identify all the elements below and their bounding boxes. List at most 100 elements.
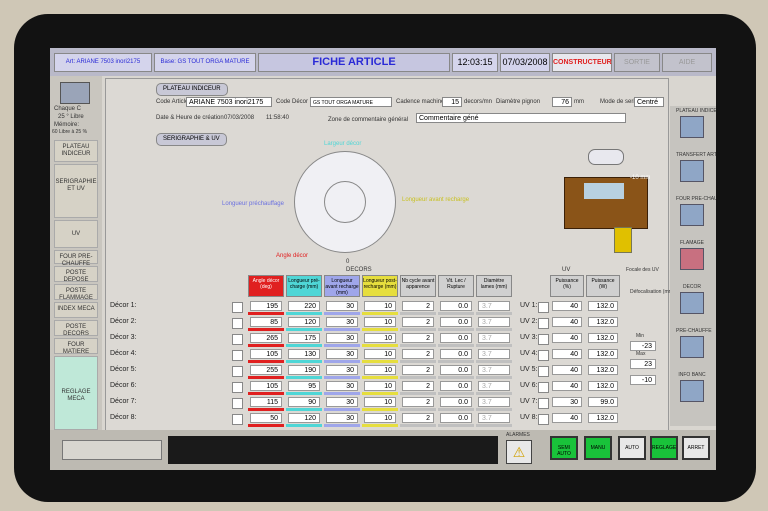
decor-cell-v7[interactable]: 3.7 — [478, 397, 510, 407]
aide-button[interactable]: AIDE — [662, 53, 712, 72]
uv-cell-p1[interactable]: 40 — [552, 413, 582, 423]
uv-row-checkbox[interactable] — [538, 398, 549, 409]
decor-cell-v4[interactable]: 10 — [364, 397, 396, 407]
decor-cell-v4[interactable]: 10 — [364, 413, 396, 423]
decor-cell-v1[interactable]: 115 — [250, 397, 282, 407]
nav-poste-decors[interactable]: POSTE DECORS — [54, 320, 98, 337]
decor-cell-v6[interactable]: 0.0 — [440, 413, 472, 423]
decor-row-checkbox[interactable] — [232, 350, 243, 361]
uv-row-checkbox[interactable] — [538, 366, 549, 377]
right-item-plateau[interactable]: PLATEAU INDICEUR — [676, 108, 716, 138]
decor-cell-v6[interactable]: 0.0 — [440, 301, 472, 311]
uv-row-checkbox[interactable] — [538, 318, 549, 329]
right-item-four[interactable]: FOUR PRE-CHAUFFE — [676, 196, 716, 226]
uv-cell-p1[interactable]: 30 — [552, 397, 582, 407]
decor-cell-v5[interactable]: 2 — [402, 365, 434, 375]
reglage-button[interactable]: REGLAGE — [650, 436, 678, 460]
comment-field[interactable]: Commentaire géné — [416, 113, 626, 123]
decor-cell-v5[interactable]: 2 — [402, 397, 434, 407]
decor-cell-v5[interactable]: 2 — [402, 301, 434, 311]
diametre-field[interactable]: 76 — [552, 97, 572, 107]
nav-serigraphie-uv[interactable]: SERIGRAPHIE ET UV — [54, 164, 98, 218]
decor-cell-v3[interactable]: 30 — [326, 301, 358, 311]
decor-row-checkbox[interactable] — [232, 414, 243, 425]
decor-cell-v1[interactable]: 105 — [250, 381, 282, 391]
decor-cell-v1[interactable]: 85 — [250, 317, 282, 327]
nav-poste-flammage[interactable]: POSTE FLAMMAGE — [54, 284, 98, 301]
uv-cell-p2[interactable]: 132.0 — [588, 349, 618, 359]
uv-cell-p2[interactable]: 132.0 — [588, 381, 618, 391]
decor-cell-v4[interactable]: 10 — [364, 349, 396, 359]
uv-cell-p1[interactable]: 40 — [552, 381, 582, 391]
decor-cell-v5[interactable]: 2 — [402, 381, 434, 391]
decor-row-checkbox[interactable] — [232, 334, 243, 345]
decor-cell-v2[interactable]: 175 — [288, 333, 320, 343]
decor-cell-v3[interactable]: 30 — [326, 397, 358, 407]
decor-row-checkbox[interactable] — [232, 398, 243, 409]
uv-cell-p2[interactable]: 132.0 — [588, 317, 618, 327]
uv-cell-p1[interactable]: 40 — [552, 365, 582, 375]
uv-row-checkbox[interactable] — [538, 302, 549, 313]
semi-auto-button[interactable]: SEMI AUTO — [550, 436, 578, 460]
right-item-transfert[interactable]: TRANSFERT ART. — [676, 152, 716, 182]
decor-cell-v1[interactable]: 255 — [250, 365, 282, 375]
decor-cell-v1[interactable]: 265 — [250, 333, 282, 343]
decor-cell-v2[interactable]: 95 — [288, 381, 320, 391]
decor-cell-v1[interactable]: 50 — [250, 413, 282, 423]
nav-four-prechauffe[interactable]: FOUR PRE-CHAUFFE — [54, 250, 98, 267]
decor-cell-v6[interactable]: 0.0 — [440, 365, 472, 375]
uv-cell-p2[interactable]: 99.0 — [588, 397, 618, 407]
decor-cell-v7[interactable]: 3.7 — [478, 365, 510, 375]
decor-cell-v2[interactable]: 220 — [288, 301, 320, 311]
nav-index-meca[interactable]: INDEX MECA — [54, 302, 98, 318]
quick-icons-bar[interactable] — [62, 440, 162, 460]
auto-button[interactable]: AUTO — [618, 436, 646, 460]
code-decor-field[interactable]: GS TOUT ORGA MATURE — [310, 97, 392, 107]
decor-cell-v4[interactable]: 10 — [364, 301, 396, 311]
uv-cell-p2[interactable]: 132.0 — [588, 333, 618, 343]
warning-icon[interactable]: ⚠ — [506, 440, 532, 464]
decor-row-checkbox[interactable] — [232, 382, 243, 393]
decor-cell-v2[interactable]: 90 — [288, 397, 320, 407]
decor-cell-v5[interactable]: 2 — [402, 317, 434, 327]
mode-select[interactable]: Centré — [634, 97, 664, 107]
decor-row-checkbox[interactable] — [232, 318, 243, 329]
decor-cell-v4[interactable]: 10 — [364, 381, 396, 391]
decor-cell-v5[interactable]: 2 — [402, 349, 434, 359]
decor-cell-v5[interactable]: 2 — [402, 413, 434, 423]
focale-value-3[interactable]: -10 — [630, 375, 656, 385]
decor-cell-v4[interactable]: 10 — [364, 333, 396, 343]
uv-cell-p2[interactable]: 132.0 — [588, 413, 618, 423]
nav-uv[interactable]: UV — [54, 220, 98, 248]
decor-cell-v6[interactable]: 0.0 — [440, 317, 472, 327]
decor-cell-v7[interactable]: 3.7 — [478, 349, 510, 359]
decor-cell-v7[interactable]: 3.7 — [478, 381, 510, 391]
right-item-prechauffe[interactable]: PRE-CHAUFFE — [676, 328, 712, 358]
focale-value-1[interactable]: -23 — [630, 341, 656, 351]
right-item-info[interactable]: INFO BANC — [676, 372, 708, 402]
nav-four-matiere[interactable]: FOUR MATIERE — [54, 338, 98, 355]
code-article-field[interactable]: ARIANE 7503 inori2175 — [186, 97, 272, 107]
decor-cell-v6[interactable]: 0.0 — [440, 381, 472, 391]
nav-poste-depose[interactable]: POSTE DEPOSE — [54, 266, 98, 283]
decor-row-checkbox[interactable] — [232, 366, 243, 377]
uv-row-checkbox[interactable] — [538, 414, 549, 425]
decor-cell-v6[interactable]: 0.0 — [440, 397, 472, 407]
decor-cell-v7[interactable]: 3.7 — [478, 301, 510, 311]
nav-plateau-indiceur[interactable]: PLATEAU INDICEUR — [54, 140, 98, 162]
decor-cell-v3[interactable]: 30 — [326, 365, 358, 375]
decor-cell-v3[interactable]: 30 — [326, 381, 358, 391]
constructeur-button[interactable]: CONSTRUCTEUR — [552, 53, 612, 72]
decor-cell-v3[interactable]: 30 — [326, 333, 358, 343]
uv-row-checkbox[interactable] — [538, 382, 549, 393]
decor-cell-v2[interactable]: 190 — [288, 365, 320, 375]
manu-button[interactable]: MANU — [584, 436, 612, 460]
uv-cell-p1[interactable]: 40 — [552, 333, 582, 343]
decor-cell-v4[interactable]: 10 — [364, 317, 396, 327]
arret-button[interactable]: ARRET — [682, 436, 710, 460]
uv-cell-p2[interactable]: 132.0 — [588, 301, 618, 311]
decor-cell-v3[interactable]: 30 — [326, 317, 358, 327]
sortie-button[interactable]: SORTIE — [614, 53, 660, 72]
decor-cell-v7[interactable]: 3.7 — [478, 413, 510, 423]
decor-cell-v1[interactable]: 195 — [250, 301, 282, 311]
